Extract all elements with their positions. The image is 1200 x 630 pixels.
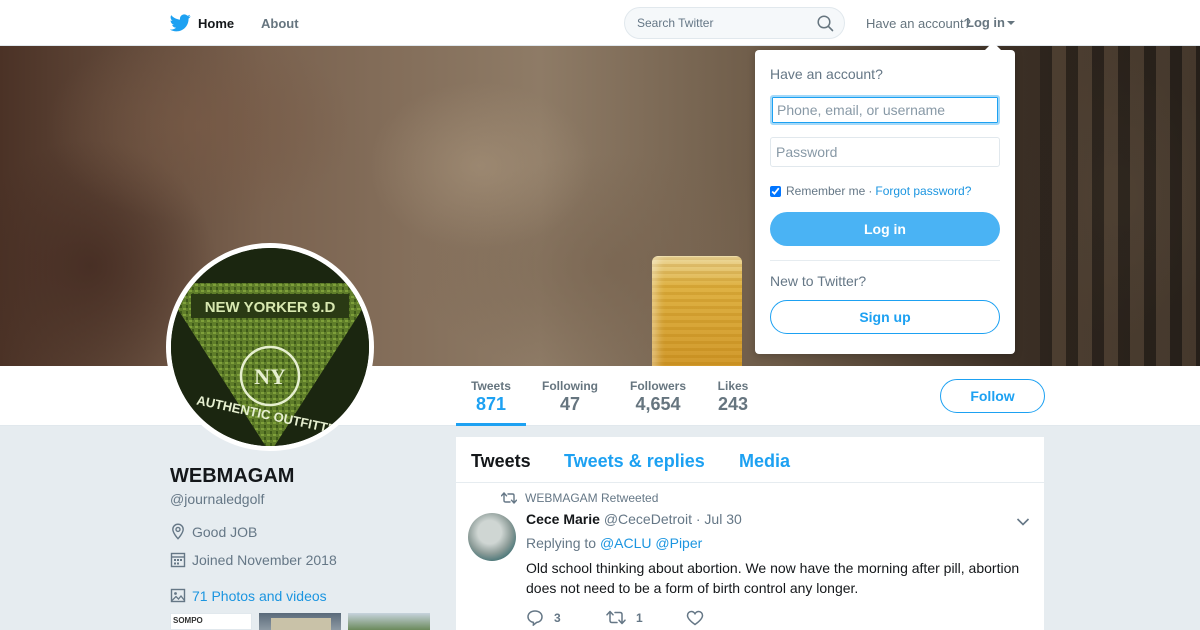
profile-location: Good JOB <box>170 523 257 540</box>
banner-glass-decor <box>652 256 742 366</box>
retweet-button[interactable]: 1 <box>606 610 666 625</box>
profile-handle[interactable]: @journaledgolf <box>170 491 264 507</box>
tweet-author-name[interactable]: Cece Marie <box>526 511 600 527</box>
tweet-header: Cece Marie @CeceDetroit · Jul 30 <box>526 511 742 527</box>
reply-button[interactable]: 3 <box>526 609 586 626</box>
tweet[interactable]: WEBMAGAM Retweeted Cece Marie @CeceDetro… <box>456 484 1044 630</box>
replying-to: Replying to @ACLU @Piper <box>526 535 702 551</box>
thumbnail-image <box>271 618 331 630</box>
location-pin-icon <box>172 523 184 540</box>
photo-icon <box>170 588 186 603</box>
remember-me-row: Remember me · Forgot password? <box>770 184 971 198</box>
tab-tweets-replies[interactable]: Tweets & replies <box>564 451 705 472</box>
stat-label: Likes <box>717 379 749 393</box>
stat-likes[interactable]: Likes 243 <box>713 366 753 426</box>
stat-value: 47 <box>559 394 581 414</box>
stat-following[interactable]: Following 47 <box>538 366 602 426</box>
profile-avatar[interactable]: NEW YORKER 9.D NY AUTHENTIC OUTFITTER <box>166 243 374 451</box>
top-nav: Home About Have an account? Log in <box>0 0 1200 46</box>
have-account-text: Have an account? <box>866 16 971 31</box>
nav-home[interactable]: Home <box>170 12 234 34</box>
divider <box>770 260 1000 261</box>
remember-me-label: Remember me <box>786 184 866 198</box>
profile-name[interactable]: WEBMAGAM <box>170 465 294 488</box>
search-box <box>624 7 845 39</box>
forgot-password-link[interactable]: Forgot password? <box>875 184 971 198</box>
photo-thumbnail[interactable]: SOMPO <box>170 613 252 630</box>
login-dropdown: Have an account? Remember me · Forgot pa… <box>755 42 1015 354</box>
photos-link[interactable]: 71 Photos and videos <box>192 588 327 604</box>
login-dropdown-title: Have an account? <box>770 66 883 82</box>
retweet-count: 1 <box>636 610 643 625</box>
login-toggle-label: Log in <box>966 15 1005 30</box>
stat-label: Followers <box>629 379 686 393</box>
profile-joined: Joined November 2018 <box>170 551 337 568</box>
mention-link[interactable]: @ACLU <box>600 535 652 551</box>
nav-home-label: Home <box>198 15 235 31</box>
nav-about[interactable]: About <box>261 16 299 31</box>
tweet-author-avatar[interactable] <box>468 513 516 561</box>
remember-me-checkbox[interactable] <box>770 185 781 197</box>
reply-icon <box>527 610 543 626</box>
location-text: Good JOB <box>192 523 258 540</box>
signup-button[interactable]: Sign up <box>770 300 1000 334</box>
twitter-bird-icon <box>170 14 191 32</box>
retweet-context: WEBMAGAM Retweeted <box>501 491 658 505</box>
username-input[interactable] <box>770 95 1000 125</box>
photo-thumbnail[interactable] <box>348 613 430 630</box>
login-button[interactable]: Log in <box>770 212 1000 246</box>
stat-followers[interactable]: Followers 4,654 <box>626 366 690 426</box>
tweet-text: Old school thinking about abortion. We n… <box>526 560 1020 596</box>
caret-down-icon <box>1007 20 1015 25</box>
search-input[interactable] <box>625 8 810 38</box>
tweet-separator: · <box>695 511 701 527</box>
follow-button[interactable]: Follow <box>940 379 1045 413</box>
calendar-icon <box>170 552 186 568</box>
login-dropdown-toggle[interactable]: Log in <box>966 15 1015 30</box>
tweet-date[interactable]: Jul 30 <box>704 511 741 527</box>
timeline-tabs: Tweets Tweets & replies Media <box>456 437 1044 483</box>
stat-label: Following <box>542 379 598 393</box>
new-to-twitter-text: New to Twitter? <box>770 273 867 289</box>
retweeted-by[interactable]: WEBMAGAM Retweeted <box>525 491 658 505</box>
photo-thumbnail[interactable] <box>259 613 341 630</box>
tweet-actions: 3 1 <box>526 609 734 626</box>
avatar-logo: NEW YORKER 9.D NY AUTHENTIC OUTFITTER <box>171 248 369 446</box>
avatar-text-top: NEW YORKER 9.D <box>205 299 336 316</box>
replying-to-label: Replying to <box>526 535 597 551</box>
password-input[interactable] <box>770 137 1000 167</box>
mention-link[interactable]: @Piper <box>655 535 702 551</box>
stat-value: 243 <box>717 394 749 414</box>
tweet-author-handle[interactable]: @CeceDetroit <box>604 511 692 527</box>
profile-photos: 71 Photos and videos <box>170 587 327 604</box>
retweet-icon <box>606 610 626 625</box>
stat-label: Tweets <box>471 379 511 393</box>
retweet-icon <box>501 492 517 504</box>
stat-tweets[interactable]: Tweets 871 <box>456 366 526 426</box>
avatar-monogram: NY <box>254 364 286 389</box>
stat-value: 4,654 <box>635 394 681 414</box>
tab-media[interactable]: Media <box>739 451 790 472</box>
reply-count: 3 <box>554 610 561 625</box>
heart-icon <box>686 610 704 625</box>
tweet-menu-chevron-icon[interactable] <box>1016 514 1030 532</box>
search-icon[interactable] <box>817 15 834 37</box>
thumbnail-text: SOMPO <box>173 616 203 625</box>
timeline: Tweets Tweets & replies Media WEBMAGAM R… <box>456 437 1044 630</box>
tab-tweets[interactable]: Tweets <box>471 451 531 472</box>
joined-text: Joined November 2018 <box>192 551 337 568</box>
avatar-image: NEW YORKER 9.D NY AUTHENTIC OUTFITTER <box>171 248 369 446</box>
banner-shelf-decor <box>1040 46 1200 366</box>
stat-value: 871 <box>475 394 507 414</box>
remember-separator: · <box>868 184 873 198</box>
like-button[interactable] <box>686 610 714 626</box>
